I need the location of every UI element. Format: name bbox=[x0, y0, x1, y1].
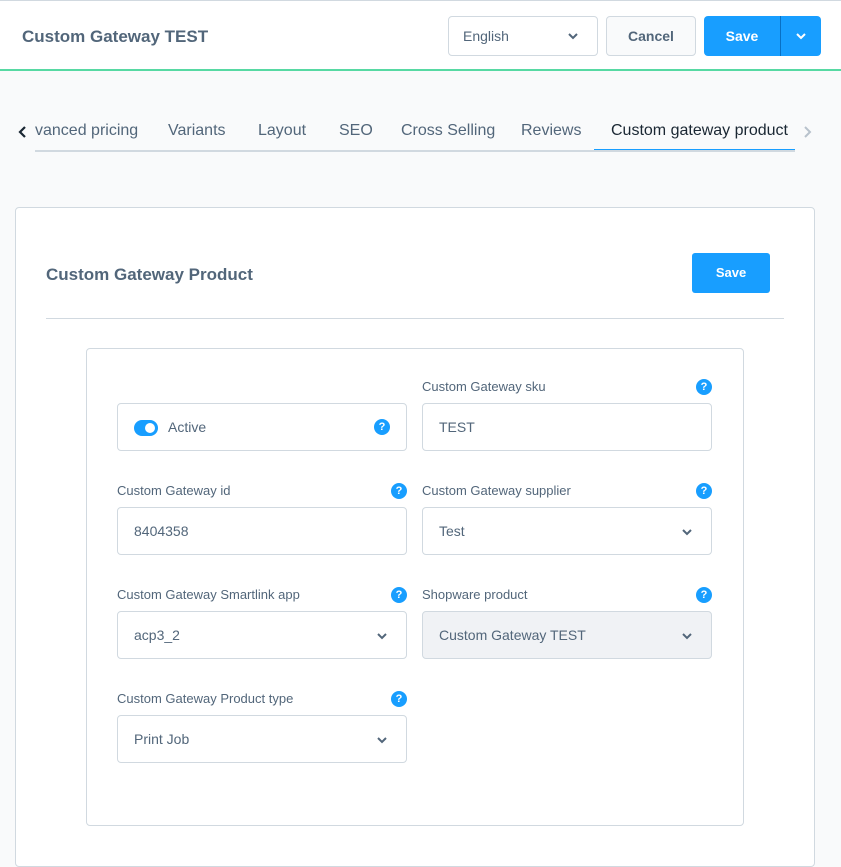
smartlink-value: acp3_2 bbox=[134, 627, 180, 643]
tab-advanced-pricing[interactable]: vanced pricing bbox=[35, 122, 138, 140]
chevron-right-icon[interactable] bbox=[800, 124, 814, 140]
active-label: Active bbox=[168, 419, 207, 435]
id-input[interactable]: 8404358 bbox=[117, 507, 407, 555]
save-button-group: Save bbox=[704, 16, 821, 56]
sku-value: TEST bbox=[439, 419, 475, 435]
page-title: Custom Gateway TEST bbox=[22, 27, 209, 46]
active-toggle-field: Active ? bbox=[117, 403, 407, 451]
tab-strip: vanced pricing Variants Layout SEO Cross… bbox=[35, 110, 795, 152]
shopware-product-select[interactable]: Custom Gateway TEST bbox=[422, 611, 712, 659]
id-value: 8404358 bbox=[134, 523, 189, 539]
card-save-button[interactable]: Save bbox=[692, 253, 770, 293]
language-select[interactable]: English bbox=[448, 16, 598, 56]
card-title: Custom Gateway Product bbox=[46, 265, 253, 284]
tab-reviews[interactable]: Reviews bbox=[521, 122, 581, 140]
help-icon[interactable]: ? bbox=[374, 419, 390, 435]
chevron-down-icon bbox=[377, 737, 387, 744]
chevron-down-icon bbox=[682, 633, 692, 640]
tab-layout[interactable]: Layout bbox=[258, 122, 306, 140]
language-select-value: English bbox=[463, 28, 509, 44]
supplier-label: Custom Gateway supplier bbox=[422, 483, 571, 498]
help-icon[interactable]: ? bbox=[391, 483, 407, 499]
save-options-dropdown-button[interactable] bbox=[781, 16, 821, 56]
product-type-value: Print Job bbox=[134, 731, 190, 747]
sku-input[interactable]: TEST bbox=[422, 403, 712, 451]
active-toggle[interactable] bbox=[134, 420, 158, 436]
product-tabs: vanced pricing Variants Layout SEO Cross… bbox=[0, 110, 841, 155]
chevron-down-icon bbox=[796, 33, 806, 40]
custom-gateway-product-card: Custom Gateway Product Save Active ? Cus… bbox=[15, 207, 815, 867]
supplier-value: Test bbox=[439, 523, 465, 539]
help-icon[interactable]: ? bbox=[696, 483, 712, 499]
chevron-down-icon bbox=[568, 33, 578, 40]
cancel-button[interactable]: Cancel bbox=[606, 16, 696, 56]
tab-variants[interactable]: Variants bbox=[168, 122, 226, 140]
tab-custom-gateway-product[interactable]: Custom gateway product bbox=[611, 122, 788, 140]
card-divider bbox=[46, 318, 784, 319]
supplier-select[interactable]: Test bbox=[422, 507, 712, 555]
top-bar: Custom Gateway TEST English Cancel Save bbox=[0, 0, 841, 71]
save-button[interactable]: Save bbox=[704, 16, 781, 56]
smartlink-label: Custom Gateway Smartlink app bbox=[117, 587, 300, 602]
shopware-product-value: Custom Gateway TEST bbox=[439, 627, 586, 643]
product-type-select[interactable]: Print Job bbox=[117, 715, 407, 763]
help-icon[interactable]: ? bbox=[391, 587, 407, 603]
help-icon[interactable]: ? bbox=[696, 379, 712, 395]
chevron-down-icon bbox=[682, 529, 692, 536]
tab-cross-selling[interactable]: Cross Selling bbox=[401, 122, 495, 140]
help-icon[interactable]: ? bbox=[391, 691, 407, 707]
sku-label: Custom Gateway sku bbox=[422, 379, 546, 394]
smartlink-select[interactable]: acp3_2 bbox=[117, 611, 407, 659]
product-type-label: Custom Gateway Product type bbox=[117, 691, 294, 706]
tab-seo[interactable]: SEO bbox=[339, 122, 373, 140]
id-label: Custom Gateway id bbox=[117, 483, 231, 498]
help-icon[interactable]: ? bbox=[696, 587, 712, 603]
toggle-knob bbox=[145, 423, 155, 433]
fields-container: Active ? Custom Gateway sku ? TEST Custo… bbox=[86, 348, 744, 826]
chevron-left-icon[interactable] bbox=[16, 124, 30, 140]
active-tab-indicator bbox=[594, 149, 795, 150]
shopware-product-label: Shopware product bbox=[422, 587, 528, 602]
chevron-down-icon bbox=[377, 633, 387, 640]
